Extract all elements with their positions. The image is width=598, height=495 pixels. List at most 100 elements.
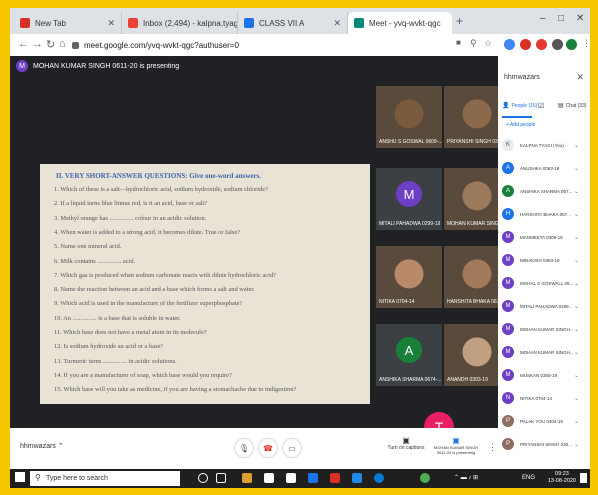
participant-row[interactable]: M MOHAL S GOSWALL 06... ⌄ (502, 274, 588, 292)
app-icon[interactable] (330, 473, 340, 483)
tab-people[interactable]: 👤 People (16) (502, 102, 537, 110)
taskbar-search-box[interactable]: ⚲ Type here to search (30, 471, 180, 486)
participant-row[interactable]: M MANMEETA 0309-19 ⌄ (502, 228, 588, 246)
url-field[interactable]: meet.google.com/yvq-wvkt-qgc?authuser=0 (72, 38, 432, 52)
notification-icon[interactable] (580, 473, 587, 483)
participant-row[interactable]: M MITALI PAHADWA 0299... ⌄ (502, 297, 588, 315)
participant-avatar: P (502, 415, 514, 427)
tab-chat[interactable]: ▤ Chat (33) (558, 102, 587, 110)
maximize-icon[interactable]: □ (558, 13, 564, 24)
participant-row[interactable]: A ANUSHKA 0063-19 ⌄ (502, 159, 588, 177)
mail-icon[interactable] (308, 473, 318, 483)
participant-avatar: M (502, 323, 514, 335)
menu-dots-icon[interactable]: ⋮ (582, 38, 590, 49)
chevron-down-icon[interactable]: ⌄ (574, 257, 579, 264)
add-people-label: Add people (510, 122, 536, 128)
question-line: 15. Which base will you take as medicine… (54, 386, 297, 394)
new-tab-icon[interactable]: + (456, 14, 463, 28)
question-line: 4. When water is added to a strong acid,… (54, 228, 241, 236)
participant-row[interactable]: M MINAKSHI 0393-19 ⌄ (502, 251, 588, 269)
lock-icon (72, 41, 79, 49)
participant-avatar: M (502, 254, 514, 266)
cortana-icon[interactable] (198, 473, 208, 483)
minimize-icon[interactable]: – (540, 13, 546, 24)
chevron-down-icon[interactable]: ⌄ (574, 395, 579, 402)
participant-avatar: M (502, 369, 514, 381)
reload-icon[interactable]: ↻ (46, 38, 55, 51)
participant-row[interactable]: M MOHAN KUMAR SINGH... ⌄ (502, 320, 588, 338)
meeting-name: hhmwazars (20, 443, 56, 450)
camera-button[interactable]: ▭ (282, 438, 302, 458)
more-options-icon[interactable]: ⋮ (488, 442, 497, 453)
participant-row[interactable]: P PRIYANSHI SINGH 030... ⌄ (502, 435, 588, 453)
mic-button[interactable]: 🎙 (234, 438, 254, 458)
store-icon[interactable] (264, 473, 274, 483)
chevron-down-icon[interactable]: ⌄ (574, 441, 579, 448)
chevron-down-icon[interactable]: ⌄ (574, 418, 579, 425)
chevron-down-icon[interactable]: ⌄ (574, 211, 579, 218)
app-icon[interactable] (352, 473, 362, 483)
meeting-details-button[interactable]: hhmwazars ⌃ (20, 442, 64, 450)
chevron-down-icon[interactable]: ⌄ (574, 165, 579, 172)
tab-class[interactable]: CLASS VII A ✕ (238, 12, 348, 34)
video-tile[interactable]: A ANSHIKA SHARMA 0674-... (376, 324, 442, 386)
extension-icon[interactable] (504, 39, 515, 50)
chevron-down-icon[interactable]: ⌄ (574, 326, 579, 333)
windows-start-icon[interactable] (15, 472, 25, 482)
extension-icon[interactable] (536, 39, 547, 50)
close-tab-icon[interactable]: ✕ (101, 18, 115, 29)
tab-activities[interactable]: ☑ (538, 102, 544, 110)
participant-row[interactable]: H HARSHITA BHAKA 067... ⌄ (502, 205, 588, 223)
video-tile[interactable]: NITIKA 0704-14 (376, 246, 442, 308)
chevron-down-icon[interactable]: ⌄ (574, 142, 579, 149)
participant-row[interactable]: K KALPNA TYAGI (You) ⌄ (502, 136, 588, 154)
leave-call-button[interactable]: ☎ (258, 438, 278, 458)
chevron-down-icon[interactable]: ⌄ (574, 188, 579, 195)
question-line: 5. Name one mineral acid. (54, 243, 122, 251)
language-indicator[interactable]: ENG (522, 475, 535, 481)
participant-row[interactable]: M MUSKAN 0355-19 ⌄ (502, 366, 588, 384)
extension-icon[interactable] (520, 39, 531, 50)
video-tile[interactable]: ANSHU S GOSWAL 0609-... (376, 86, 442, 148)
chevron-down-icon[interactable]: ⌄ (574, 280, 579, 287)
task-view-icon[interactable] (216, 473, 226, 483)
chevron-down-icon[interactable]: ⌄ (574, 234, 579, 241)
video-tile[interactable]: M MITALI PAHADWA 0299-19 (376, 168, 442, 230)
home-icon[interactable]: ⌂ (59, 38, 66, 50)
edge-icon[interactable] (374, 473, 384, 483)
zoom-icon[interactable]: ⚲ (470, 38, 477, 49)
participant-row[interactable]: N NITIKA 0704-14 ⌄ (502, 389, 588, 407)
participant-row[interactable]: P PALAK YOU 0404-19 ⌄ (502, 412, 588, 430)
chevron-down-icon[interactable]: ⌄ (574, 372, 579, 379)
clock[interactable]: 09:23 13-08-2020 (548, 471, 576, 485)
chrome-icon[interactable] (420, 473, 430, 483)
camera-indicator-icon[interactable]: ■ (456, 38, 461, 47)
extension-puzzle-icon[interactable] (552, 39, 563, 50)
url-text: meet.google.com/yvq-wvkt-qgc?authuser=0 (84, 40, 239, 50)
tab-meet[interactable]: Meet - yvq-wvkt-qgc ✕ (348, 12, 452, 34)
star-icon[interactable]: ☆ (484, 38, 492, 49)
participant-name: HARSHITA BHAKA 067... (520, 211, 571, 217)
profile-avatar[interactable] (566, 39, 577, 50)
forward-icon[interactable]: → (32, 38, 43, 50)
chevron-down-icon[interactable]: ⌄ (574, 303, 579, 310)
add-people-button[interactable]: + Add people (506, 122, 535, 128)
tab-inbox[interactable]: Inbox (2,494) - kalpna.tyagi@jh ✕ (122, 12, 238, 34)
close-tab-icon[interactable]: ✕ (447, 18, 452, 29)
app-icon[interactable] (286, 473, 296, 483)
captions-button[interactable]: ▣ Turn on captions (386, 436, 426, 451)
tab-new-tab[interactable]: New Tab ✕ (14, 12, 122, 34)
participant-row[interactable]: M MOHAN KUMAR SINGH... ⌄ (502, 343, 588, 361)
close-window-icon[interactable]: ✕ (576, 13, 584, 24)
presenting-button[interactable]: ▣ MOHAN KUMAR SINGH 0611-20 is presentin… (430, 436, 482, 455)
chevron-down-icon[interactable]: ⌄ (574, 349, 579, 356)
present-icon: ▣ (452, 436, 460, 445)
participant-row[interactable]: A ANSHIKA SHARMA 067... ⌄ (502, 182, 588, 200)
tray-icons[interactable]: ⌃ ▬ ♪ ⊞ (454, 474, 478, 481)
question-line: 10. An ............... is a base that is… (54, 314, 181, 322)
back-icon[interactable]: ← (18, 38, 29, 50)
participant-name: MITALI PAHADWA 0299-19 (379, 221, 441, 227)
app-icon[interactable] (242, 473, 252, 483)
close-panel-icon[interactable]: ✕ (576, 72, 584, 83)
close-tab-icon[interactable]: ✕ (327, 18, 341, 29)
